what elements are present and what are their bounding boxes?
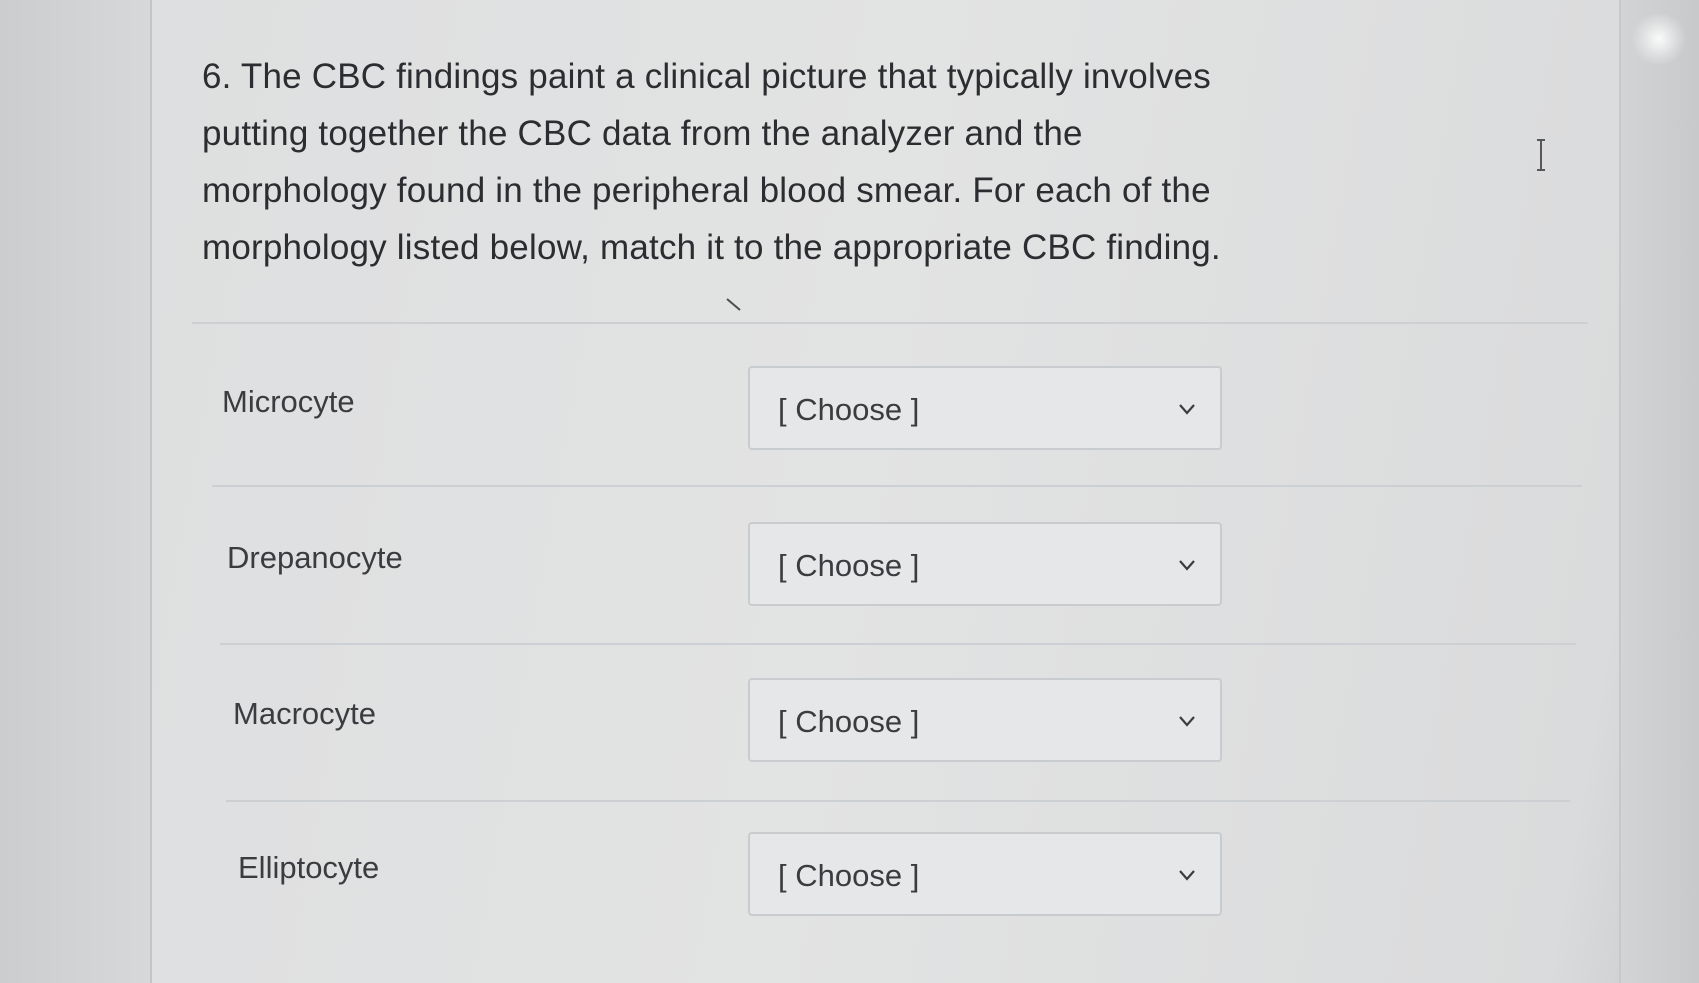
answer-select[interactable]: [ Choose ] — [748, 678, 1222, 762]
answer-select[interactable]: [ Choose ] — [748, 366, 1222, 450]
answer-select[interactable]: [ Choose ] — [748, 522, 1222, 606]
term-label: Macrocyte — [233, 696, 376, 731]
divider — [192, 322, 1588, 324]
screen: 6. The CBC findings paint a clinical pic… — [0, 0, 1699, 983]
chevron-down-icon — [1179, 870, 1195, 881]
answer-select[interactable]: [ Choose ] — [748, 832, 1222, 916]
chevron-down-icon — [1179, 404, 1195, 415]
chevron-down-icon — [1179, 560, 1195, 571]
match-row-drepanocyte: Drepanocyte [ Choose ] — [150, 486, 1619, 606]
term-label: Microcyte — [222, 384, 355, 419]
mouse-cursor-icon — [726, 298, 741, 311]
select-value: [ Choose ] — [778, 548, 920, 583]
left-margin — [0, 0, 152, 983]
quiz-question: 6. The CBC findings paint a clinical pic… — [150, 0, 1619, 983]
screen-glare — [1629, 14, 1689, 64]
term-label: Drepanocyte — [227, 540, 403, 575]
text-cursor-icon — [1537, 139, 1545, 171]
match-row-elliptocyte: Elliptocyte [ Choose ] — [150, 796, 1619, 916]
match-row-macrocyte: Macrocyte [ Choose ] — [150, 642, 1619, 762]
question-text: 6. The CBC findings paint a clinical pic… — [202, 57, 1221, 267]
chevron-down-icon — [1179, 716, 1195, 727]
select-value: [ Choose ] — [778, 704, 920, 739]
match-row-microcyte: Microcyte [ Choose ] — [150, 330, 1619, 450]
select-value: [ Choose ] — [778, 858, 920, 893]
term-label: Elliptocyte — [238, 850, 380, 885]
right-margin — [1619, 0, 1699, 983]
select-value: [ Choose ] — [778, 392, 920, 427]
